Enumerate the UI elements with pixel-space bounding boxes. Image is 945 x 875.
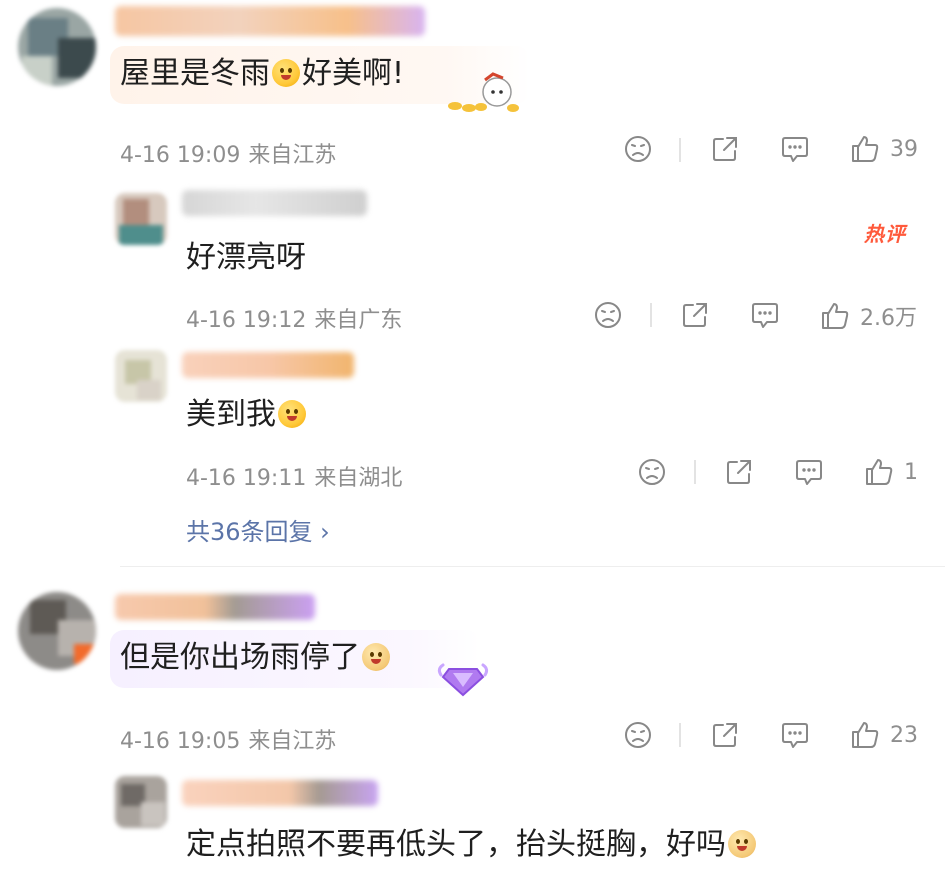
username[interactable]: [182, 780, 378, 806]
comment-icon: [796, 460, 822, 485]
comment-button[interactable]: [794, 457, 824, 487]
comment-text-part: 屋里是冬雨: [120, 56, 270, 91]
thumbs-up-icon: [822, 303, 849, 329]
like-count: 1: [904, 459, 918, 485]
timestamp: 4-16 19:09: [120, 143, 241, 168]
like-button[interactable]: 2.6万: [820, 300, 917, 332]
share-icon: [713, 723, 737, 747]
username[interactable]: [115, 6, 425, 36]
location: 来自湖北: [314, 466, 403, 491]
username[interactable]: [182, 190, 367, 216]
divider: [679, 138, 681, 162]
like-count: 39: [890, 136, 918, 162]
comment-text: 屋里是冬雨 好美啊!: [120, 59, 404, 89]
dislike-face-icon: [595, 302, 621, 328]
comment-button[interactable]: [780, 720, 810, 750]
comment-icon: [782, 137, 808, 162]
heart-eyes-emoji-icon: [278, 400, 306, 428]
share-button[interactable]: [680, 300, 710, 330]
avatar[interactable]: [115, 350, 167, 402]
comment-divider: [120, 566, 945, 567]
dislike-button[interactable]: [623, 720, 653, 750]
location: 来自江苏: [248, 143, 337, 168]
like-button[interactable]: 39: [850, 134, 918, 164]
tongue-emoji-icon: [272, 59, 300, 87]
avatar[interactable]: [115, 776, 167, 828]
avatar[interactable]: [18, 8, 96, 86]
reply-text: 好漂亮呀: [186, 240, 306, 275]
comment-icon: [752, 303, 778, 328]
like-button[interactable]: 1: [864, 457, 918, 487]
reply-meta: 4-16 19:12 来自广东: [186, 302, 402, 334]
reply-text: 美到我: [186, 400, 308, 430]
comment-meta: 4-16 19:09 来自江苏: [120, 137, 336, 169]
comment-meta: 4-16 19:05 来自江苏: [120, 723, 336, 755]
doge-emoji-icon: [362, 643, 390, 671]
dislike-button[interactable]: [637, 457, 667, 487]
thumbs-up-icon: [866, 459, 893, 485]
timestamp: 4-16 19:12: [186, 308, 307, 333]
dislike-face-icon: [639, 459, 665, 485]
username[interactable]: [115, 594, 315, 620]
comment-icon: [782, 723, 808, 748]
avatar[interactable]: [18, 592, 96, 670]
thumbs-up-icon: [852, 136, 879, 162]
share-icon: [727, 460, 751, 484]
location: 来自广东: [314, 308, 403, 333]
mascot-sticker-icon: [445, 70, 525, 116]
doge-emoji-icon: [728, 830, 756, 858]
share-button[interactable]: [710, 134, 740, 164]
reply-text-part: 美到我: [186, 397, 276, 432]
comment-text-part: 好美啊!: [302, 56, 405, 91]
comment-button[interactable]: [780, 134, 810, 164]
divider: [650, 303, 652, 327]
location: 来自江苏: [248, 729, 337, 754]
like-count: 23: [890, 722, 918, 748]
timestamp: 4-16 19:05: [120, 729, 241, 754]
divider: [679, 723, 681, 747]
timestamp: 4-16 19:11: [186, 466, 307, 491]
username[interactable]: [182, 352, 354, 378]
share-icon: [683, 303, 707, 327]
comment-text: 但是你出场雨停了: [120, 643, 392, 673]
comment-text-part: 但是你出场雨停了: [120, 640, 360, 675]
divider: [694, 460, 696, 484]
reply-text-part: 定点拍照不要再低头了，抬头挺胸，好吗: [186, 827, 726, 862]
dislike-button[interactable]: [593, 300, 623, 330]
share-button[interactable]: [724, 457, 754, 487]
reply-meta: 4-16 19:11 来自湖北: [186, 460, 402, 492]
comment-button[interactable]: [750, 300, 780, 330]
dislike-face-icon: [625, 722, 651, 748]
avatar[interactable]: [115, 193, 167, 245]
dislike-button[interactable]: [623, 134, 653, 164]
dislike-face-icon: [625, 136, 651, 162]
share-button[interactable]: [710, 720, 740, 750]
share-icon: [713, 137, 737, 161]
thumbs-up-icon: [852, 722, 879, 748]
hot-comment-badge: 热评: [864, 222, 906, 246]
view-more-replies-link[interactable]: 共36条回复 ›: [186, 512, 330, 547]
like-button[interactable]: 23: [850, 720, 918, 750]
reply-text: 定点拍照不要再低头了，抬头挺胸，好吗: [186, 830, 758, 860]
like-count: 2.6万: [860, 306, 917, 331]
diamond-badge-icon: [435, 655, 491, 699]
